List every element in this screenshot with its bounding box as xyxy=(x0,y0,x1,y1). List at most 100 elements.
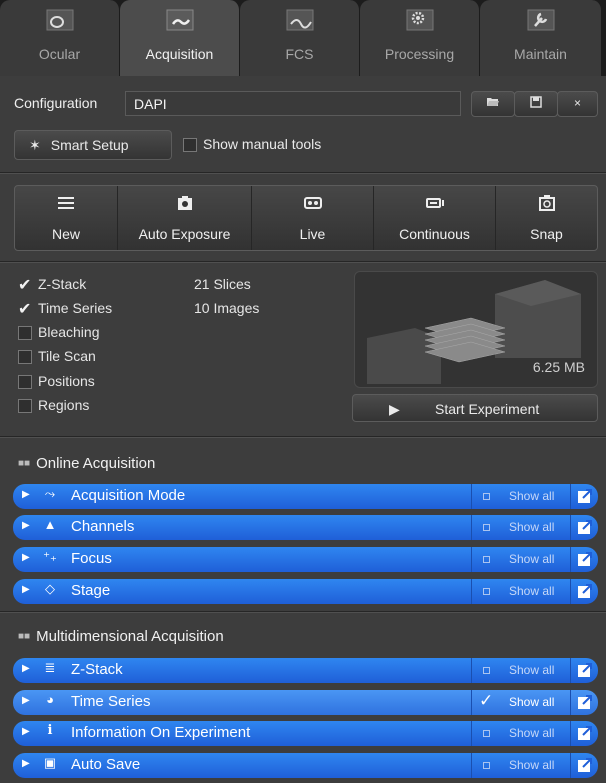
tool-row-z-stack[interactable]: ▶ ≣ Z-Stack Show all xyxy=(13,658,598,683)
time-series-checkbox[interactable] xyxy=(18,299,32,319)
save-configuration-button[interactable] xyxy=(514,91,558,117)
close-configuration-button[interactable]: × xyxy=(557,91,598,117)
expand-arrow-icon: ▶ xyxy=(22,726,30,737)
tab-acquisition[interactable]: Acquisition xyxy=(120,0,240,78)
maintain-wrench-icon xyxy=(527,9,554,31)
tab-maintain[interactable]: Maintain xyxy=(480,0,602,76)
divider xyxy=(0,436,606,438)
dimension-tile-scan[interactable]: Tile Scan xyxy=(18,348,96,365)
acquisition-mode-icon: ⤳ xyxy=(44,486,56,501)
external-window-icon[interactable] xyxy=(577,551,593,567)
new-list-icon xyxy=(58,197,74,209)
show-all-label: Show all xyxy=(509,663,555,677)
positions-checkbox[interactable] xyxy=(18,375,32,390)
external-window-icon[interactable] xyxy=(577,662,593,678)
divider xyxy=(0,261,606,263)
divider xyxy=(570,515,571,540)
show-all-label: Show all xyxy=(509,584,555,598)
tool-row-acquisition-mode[interactable]: ▶ ⤳ Acquisition Mode Show all xyxy=(13,484,598,509)
tile-scan-checkbox[interactable] xyxy=(18,350,32,365)
tool-row-stage[interactable]: ▶ ◇ Stage Show all xyxy=(13,579,598,604)
live-button[interactable]: Live xyxy=(252,186,374,250)
dimension-label: Regions xyxy=(38,397,90,413)
expand-arrow-icon: ▶ xyxy=(22,520,30,531)
snap-button[interactable]: Snap xyxy=(496,186,597,250)
channels-icon: ▲ xyxy=(43,517,57,532)
dimension-time-series[interactable]: Time Series xyxy=(18,299,112,319)
start-experiment-button[interactable]: ▶ Start Experiment xyxy=(352,394,598,422)
show-all-label: Show all xyxy=(509,726,555,740)
tab-label: Processing xyxy=(384,46,455,62)
tool-row-auto-save[interactable]: ▶ ▣ Auto Save Show all xyxy=(13,753,598,778)
live-label: Live xyxy=(299,226,326,242)
external-window-icon[interactable] xyxy=(577,488,593,504)
dimension-regions[interactable]: Regions xyxy=(18,397,90,414)
tab-label: Ocular xyxy=(38,46,81,62)
show-all-checkbox[interactable] xyxy=(483,667,490,674)
tab-label: Maintain xyxy=(514,46,567,62)
configuration-field[interactable]: DAPI xyxy=(125,91,461,116)
dimension-z-stack[interactable]: Z-Stack xyxy=(18,275,86,295)
tool-row-label: Z-Stack xyxy=(71,661,123,678)
close-x-icon: × xyxy=(573,96,581,110)
online-acquisition-header[interactable]: ■■ Online Acquisition xyxy=(18,455,155,472)
z-stack-checkbox[interactable] xyxy=(18,275,32,295)
show-all-checkbox[interactable] xyxy=(483,762,490,769)
external-window-icon[interactable] xyxy=(577,725,593,741)
open-configuration-button[interactable] xyxy=(471,91,515,117)
configuration-label: Configuration xyxy=(14,95,98,111)
open-folder-icon xyxy=(487,98,499,106)
tab-processing[interactable]: Processing xyxy=(360,0,480,76)
tab-fcs[interactable]: FCS xyxy=(240,0,360,76)
divider xyxy=(471,515,472,540)
show-all-checkbox[interactable] xyxy=(483,493,490,500)
auto-exposure-button[interactable]: Auto Exposure xyxy=(118,186,252,250)
show-manual-tools-label: Show manual tools xyxy=(203,136,322,152)
z-stack-slices: 21 Slices xyxy=(194,276,251,292)
divider xyxy=(0,172,606,174)
show-all-checkbox[interactable] xyxy=(483,524,490,531)
external-window-icon[interactable] xyxy=(577,583,593,599)
external-window-icon[interactable] xyxy=(577,519,593,535)
fcs-icon xyxy=(286,9,313,31)
divider xyxy=(471,721,472,746)
new-button[interactable]: New xyxy=(15,186,118,250)
camera-auto-icon xyxy=(177,196,192,210)
tool-row-label: Auto Save xyxy=(71,756,141,773)
tool-row-label: Channels xyxy=(71,518,135,535)
tool-row-information-on-experiment[interactable]: ▶ i Information On Experiment Show all xyxy=(13,721,598,746)
tool-row-label: Focus xyxy=(71,550,112,567)
show-all-checkbox[interactable] xyxy=(483,588,490,595)
tab-label: Acquisition xyxy=(145,46,214,62)
snap-camera-icon xyxy=(538,195,555,211)
tool-row-channels[interactable]: ▶ ▲ Channels Show all xyxy=(13,515,598,540)
continuous-button[interactable]: Continuous xyxy=(374,186,496,250)
divider xyxy=(471,579,472,604)
show-manual-tools-checkbox[interactable] xyxy=(183,138,197,153)
external-window-icon[interactable] xyxy=(577,757,593,773)
auto-exposure-label: Auto Exposure xyxy=(138,226,231,242)
show-manual-tools[interactable]: Show manual tools xyxy=(183,136,322,153)
show-all-checkbox[interactable] xyxy=(483,556,490,563)
tool-row-time-series[interactable]: ▶ ◕ Time Series ✓ Show all xyxy=(13,690,598,715)
smart-setup-label: Smart Setup xyxy=(50,137,129,153)
dimension-bleaching[interactable]: Bleaching xyxy=(18,324,100,341)
external-window-icon[interactable] xyxy=(577,694,593,710)
divider xyxy=(570,484,571,509)
dimension-positions[interactable]: Positions xyxy=(18,373,95,390)
tool-row-focus[interactable]: ▶ ⁺₊ Focus Show all xyxy=(13,547,598,572)
acquisition-icon xyxy=(166,9,193,31)
show-all-label: Show all xyxy=(509,695,555,709)
multidimensional-acquisition-header[interactable]: ■■ Multidimensional Acquisition xyxy=(18,628,224,645)
show-all-checkbox[interactable] xyxy=(483,730,490,737)
expand-arrow-icon: ▶ xyxy=(22,758,30,769)
tool-row-label: Stage xyxy=(71,582,111,599)
tab-ocular[interactable]: Ocular xyxy=(0,0,120,76)
experiment-size: 6.25 MB xyxy=(532,359,585,375)
time-series-images: 10 Images xyxy=(194,300,260,316)
bleaching-checkbox[interactable] xyxy=(18,326,32,341)
smart-setup-button[interactable]: ✶ Smart Setup xyxy=(14,130,172,160)
show-all-checkmark-icon[interactable]: ✓ xyxy=(479,691,493,711)
dimension-label: Positions xyxy=(38,373,95,389)
regions-checkbox[interactable] xyxy=(18,399,32,414)
